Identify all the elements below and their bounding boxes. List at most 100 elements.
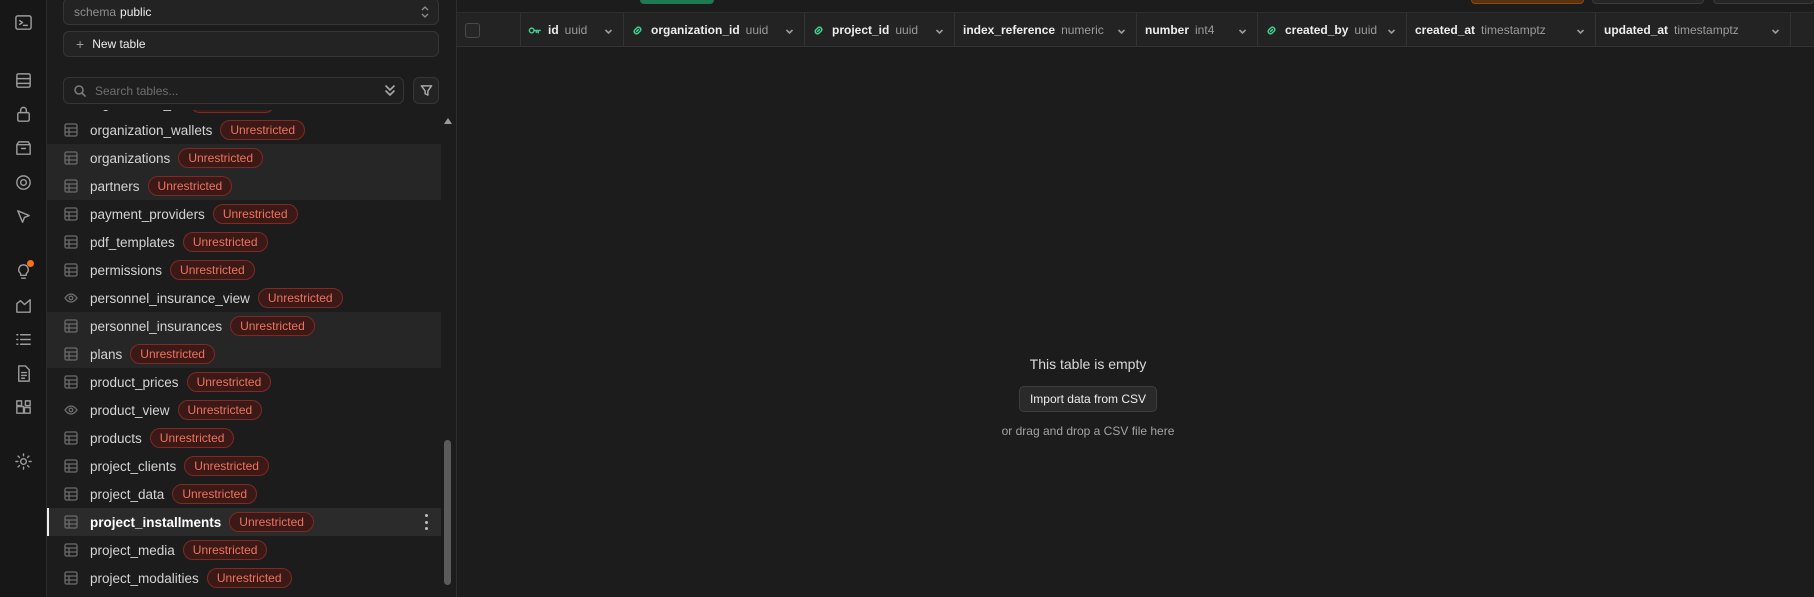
api-button[interactable] (1713, 0, 1814, 4)
empty-state: This table is empty Import data from CSV… (457, 356, 1719, 438)
chevron-down-icon[interactable] (604, 25, 613, 35)
realtime-icon[interactable] (11, 170, 35, 194)
table-editor-icon[interactable] (11, 68, 35, 92)
table-list-item[interactable]: organization_wallets Unrestricted (47, 116, 441, 144)
column-header[interactable]: created_at timestamptz (1407, 13, 1596, 47)
schema-selector[interactable]: schema public (63, 0, 439, 25)
column-header[interactable]: project_id uuid (805, 13, 955, 47)
unrestricted-badge: Unrestricted (149, 428, 235, 448)
column-header[interactable]: updated_at timestamptz (1596, 13, 1791, 47)
table-list-item[interactable]: project_media Unrestricted (47, 536, 441, 564)
column-name: project_id (832, 23, 890, 37)
settings-gear-icon[interactable] (11, 449, 35, 473)
search-input[interactable]: Search tables... (95, 84, 178, 98)
grid-header-row: id uuid organization_id uuid project_id uuid i… (457, 12, 1814, 47)
table-list-item[interactable]: payment_providers Unrestricted (47, 200, 441, 228)
integrations-icon[interactable] (11, 395, 35, 419)
more-options-icon[interactable] (425, 514, 429, 530)
schema-label: schema (74, 4, 117, 19)
unrestricted-badge: Unrestricted (184, 456, 269, 476)
unrestricted-badge: Unrestricted (190, 110, 275, 113)
advisors-icon[interactable] (11, 259, 35, 283)
filter-icon (420, 85, 432, 96)
table-list-item[interactable]: plans Unrestricted (47, 340, 441, 368)
empty-state-subtitle: or drag and drop a CSV file here (1001, 424, 1175, 438)
column-type: int4 (1195, 23, 1215, 37)
column-type: uuid (895, 23, 919, 37)
search-tables-field[interactable]: Search tables... (63, 77, 404, 104)
scrollbar-thumb[interactable] (444, 440, 451, 585)
select-all-checkbox[interactable] (465, 22, 480, 38)
table-icon (64, 319, 78, 333)
table-list-item[interactable]: project_data Unrestricted (47, 480, 441, 508)
api-docs-icon[interactable] (11, 361, 35, 385)
sidebar-scrollbar[interactable] (442, 110, 453, 597)
new-table-button[interactable]: + New table (63, 31, 439, 57)
table-list-item[interactable]: organizations Unrestricted (47, 144, 441, 172)
column-type: uuid (745, 23, 769, 37)
chevron-down-icon[interactable] (1387, 25, 1396, 35)
new-table-label: New table (92, 37, 146, 51)
column-header[interactable]: number int4 (1137, 13, 1258, 47)
authentication-icon[interactable] (11, 102, 35, 126)
table-list-item[interactable]: product_prices Unrestricted (47, 368, 441, 396)
table-icon (64, 459, 78, 473)
table-list-item[interactable]: personnel_insurance_view Unrestricted (47, 284, 441, 312)
column-header[interactable]: index_reference numeric (955, 13, 1137, 47)
key-icon (528, 24, 541, 37)
table-list-item[interactable]: partners Unrestricted (47, 172, 441, 200)
table-name: personnel_insurance_view (90, 290, 250, 306)
unrestricted-badge: Unrestricted (229, 512, 314, 532)
unrestricted-badge: Unrestricted (172, 484, 257, 504)
logs-icon[interactable] (11, 327, 35, 351)
edge-functions-icon[interactable] (11, 204, 35, 228)
storage-icon[interactable] (11, 136, 35, 160)
rls-policy-button[interactable] (1471, 0, 1584, 4)
table-list-item[interactable]: permissions Unrestricted (47, 256, 441, 284)
column-header[interactable]: created_by uuid (1258, 13, 1407, 47)
table-icon (64, 263, 78, 277)
column-name: created_at (1415, 23, 1476, 37)
table-list-item[interactable]: product_view Unrestricted (47, 396, 441, 424)
empty-state-title: This table is empty (1029, 356, 1147, 372)
table-name: partners (90, 178, 140, 194)
table-name: project_installments (90, 514, 222, 530)
table-list-item[interactable]: project_installments Unrestricted (47, 508, 441, 536)
column-header[interactable]: organization_id uuid (624, 13, 805, 47)
search-icon (73, 84, 87, 98)
column-name: id (548, 23, 559, 37)
table-list-item[interactable]: pdf_templates Unrestricted (47, 228, 441, 256)
sql-editor-icon[interactable] (11, 10, 35, 34)
table-list-item[interactable]: project_clients Unrestricted (47, 452, 441, 480)
realtime-button[interactable] (1592, 0, 1704, 4)
table-name: plans (90, 346, 123, 362)
table-list-item[interactable]: project_modalities Unrestricted (47, 564, 441, 592)
chevron-down-icon[interactable] (1576, 25, 1585, 35)
chevron-down-icon[interactable] (1117, 25, 1126, 35)
chevron-down-icon[interactable] (1238, 25, 1247, 35)
insert-button[interactable] (640, 0, 714, 4)
import-csv-button[interactable]: Import data from CSV (1018, 386, 1158, 412)
reports-icon[interactable] (11, 293, 35, 317)
table-name: project_data (90, 486, 165, 502)
chevron-down-icon[interactable] (1771, 25, 1780, 35)
table-name: payment_providers (90, 206, 205, 222)
unrestricted-badge: Unrestricted (186, 372, 272, 392)
table-icon (64, 571, 78, 585)
collapse-chevrons-icon[interactable] (383, 83, 397, 97)
table-list-item[interactable]: personnel_insurances Unrestricted (47, 312, 441, 340)
table-name: organizations (90, 150, 171, 166)
unrestricted-badge: Unrestricted (212, 204, 298, 224)
unrestricted-badge: Unrestricted (257, 288, 343, 308)
table-name: products (90, 430, 142, 446)
chevron-down-icon[interactable] (785, 25, 794, 35)
plus-icon: + (76, 36, 85, 52)
table-icon (64, 487, 78, 501)
scroll-up-arrow-icon[interactable] (444, 118, 452, 124)
table-name: product_prices (90, 374, 179, 390)
chevron-down-icon[interactable] (935, 25, 944, 35)
table-name: personnel_insurances (90, 318, 223, 334)
table-list-item[interactable]: products Unrestricted (47, 424, 441, 452)
column-header[interactable]: id uuid (521, 13, 624, 47)
filter-button[interactable] (413, 77, 439, 104)
